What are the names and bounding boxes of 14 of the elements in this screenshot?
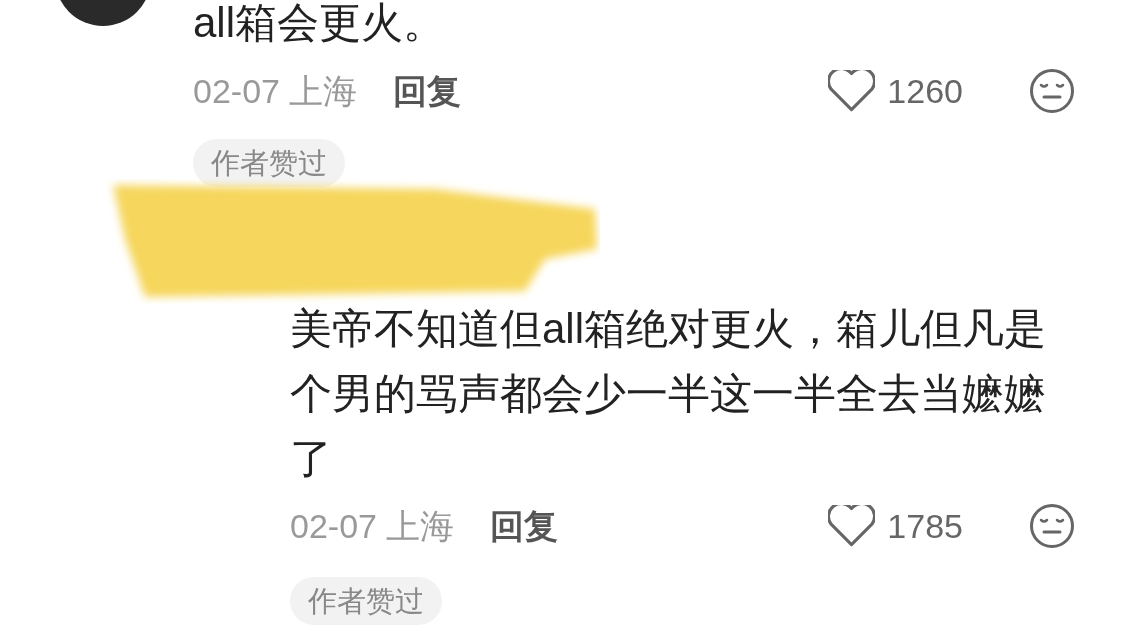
comment-date: 02-07 上海	[193, 70, 358, 112]
comment-text: all箱会更火。	[193, 0, 447, 46]
author-liked-tag: 作者赞过	[193, 139, 345, 187]
reply-button[interactable]: 回复	[490, 500, 559, 552]
neutral-face-icon[interactable]	[1029, 68, 1075, 114]
comment-text: 美帝不知道但all箱绝对更火，箱儿但凡是个男的骂声都会少一半这一半全去当嬷嬷了	[290, 304, 1048, 484]
heart-icon	[828, 505, 876, 547]
reply-button[interactable]: 回复	[393, 65, 462, 117]
comment-date: 02-07 上海	[290, 505, 455, 547]
like-button[interactable]: 1785	[828, 500, 963, 552]
like-button[interactable]: 1260	[828, 65, 963, 117]
author-liked-tag: 作者赞过	[290, 577, 442, 625]
neutral-face-icon[interactable]	[1029, 503, 1075, 549]
heart-icon	[828, 70, 876, 112]
